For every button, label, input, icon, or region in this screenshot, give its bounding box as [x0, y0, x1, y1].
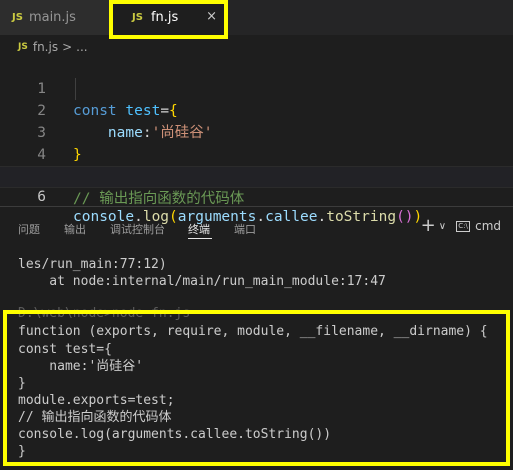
- terminal-line: at node:internal/main/run_main_module:17…: [18, 274, 386, 289]
- tab-terminal[interactable]: 终端: [188, 221, 210, 237]
- terminal-icon: C:\: [456, 220, 471, 232]
- tab-label: main.js: [28, 10, 76, 25]
- code-line: 5 // 输出指向函数的代码体: [0, 144, 513, 207]
- tab-ports[interactable]: 端口: [234, 221, 256, 237]
- code-line-active: 6 console.log(arguments.callee.toString(…: [0, 166, 513, 225]
- code-line: 3 }: [0, 100, 513, 163]
- breadcrumb-more[interactable]: ...: [76, 40, 87, 54]
- chevron-right-icon: >: [62, 40, 73, 54]
- editor-tab-bar: JS main.js JS fn.js ×: [0, 0, 513, 35]
- active-tab-indicator: [188, 238, 212, 239]
- add-terminal-button[interactable]: +: [421, 217, 436, 235]
- panel-divider: [0, 206, 513, 207]
- tab-problems[interactable]: 问题: [18, 221, 40, 237]
- code-line: 1 const test={: [0, 56, 513, 119]
- line-number: 6: [37, 189, 46, 205]
- tab-main-js[interactable]: JS main.js: [0, 0, 110, 35]
- terminal-actions: + ∨ C:\ cmd: [421, 217, 501, 235]
- highlight-box-terminal: [3, 310, 510, 466]
- breadcrumb-file[interactable]: fn.js: [33, 40, 58, 54]
- terminal-line: les/run_main:77:12): [18, 257, 167, 272]
- code-line: 2 name:'尚硅谷': [0, 78, 513, 141]
- js-file-icon: JS: [12, 12, 23, 23]
- tab-output[interactable]: 输出: [64, 221, 86, 237]
- chevron-down-icon[interactable]: ∨: [439, 221, 446, 232]
- code-editor[interactable]: 1 const test={ 2 name:'尚硅谷' 3 } 4 module…: [0, 56, 513, 225]
- terminal-shell-label[interactable]: cmd: [475, 219, 501, 233]
- js-file-icon: JS: [18, 42, 28, 52]
- code-line: 4 module.exports=test;: [0, 122, 513, 185]
- tab-debug-console[interactable]: 调试控制台: [110, 221, 165, 237]
- highlight-box-tab: [109, 0, 228, 39]
- breadcrumb: JS fn.js > ...: [18, 38, 88, 56]
